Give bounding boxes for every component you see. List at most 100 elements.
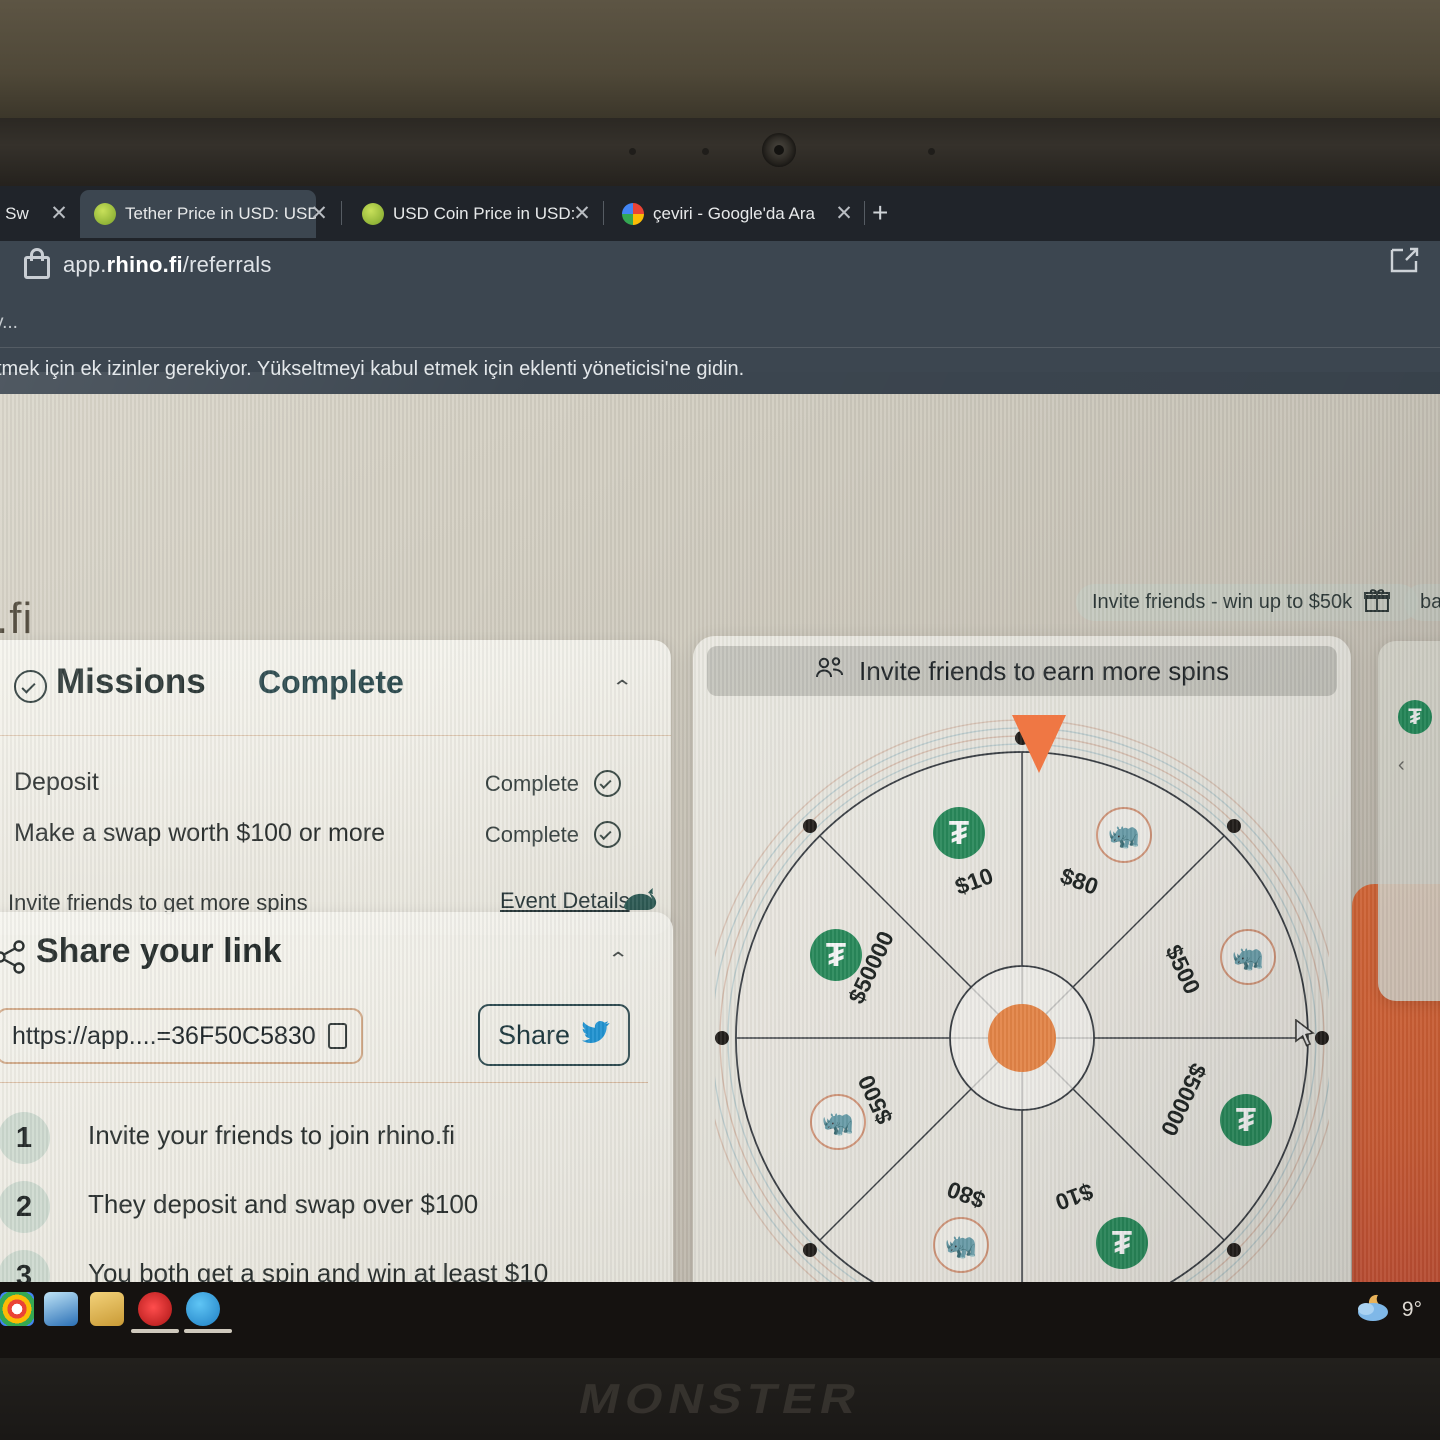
tab-close-2[interactable]: ✕ <box>571 203 593 224</box>
file-explorer-icon[interactable] <box>90 1292 124 1326</box>
laptop-photo: | Sw ✕ Tether Price in USD: USDT ✕ USD C… <box>0 0 1440 1440</box>
share-card: Share your link ⌃ https://app....=36F50C… <box>0 912 673 1282</box>
tether-icon: ₮ <box>1096 1217 1148 1269</box>
rhino-icon: 🦏 <box>933 1217 989 1273</box>
tether-icon: ₮ <box>1220 1094 1272 1146</box>
tab-3[interactable]: çeviri - Google'da Ara <box>612 190 847 238</box>
balance-pill-label: ba <box>1420 591 1440 613</box>
extension-notice-text: tmek için ek izinler gerekiyor. Yükseltm… <box>0 358 745 380</box>
tab-separator <box>864 201 865 225</box>
step-text: They deposit and swap over $100 <box>88 1189 479 1219</box>
share-header[interactable]: Share your link ⌃ <box>0 912 673 1004</box>
webcam-icon <box>762 133 796 167</box>
invite-friends-banner[interactable]: Invite friends to earn more spins <box>707 646 1337 696</box>
referral-link-value: https://app....=36F50C5830 <box>12 1021 316 1050</box>
edit-page-icon[interactable] <box>1388 246 1420 276</box>
device-brand: MONSTER <box>0 1358 1440 1440</box>
bookmark-bar: y... <box>0 305 1440 347</box>
share-nodes-icon <box>0 940 27 974</box>
tab-close-1[interactable]: ✕ <box>308 203 330 224</box>
promo-pill[interactable]: Invite friends - win up to $50k <box>1076 584 1418 621</box>
tab-title: Tether Price in USD: USDT <box>125 204 316 223</box>
promo-pill-label: Invite friends - win up to $50k <box>1092 591 1353 613</box>
mission-label: Make a swap worth $100 or more <box>14 819 386 847</box>
rhino-icon: 🦏 <box>1220 929 1276 985</box>
rhino-icon: 🦏 <box>810 1094 866 1150</box>
share-button[interactable]: Share <box>478 1004 630 1066</box>
weather-widget[interactable]: 9° <box>1354 1292 1422 1328</box>
mail-icon[interactable] <box>44 1292 78 1326</box>
step-item: 1 Invite your friends to join rhino.fi <box>0 1112 638 1172</box>
tab-1[interactable]: Tether Price in USD: USDT <box>80 190 316 238</box>
check-circle-icon <box>594 770 621 797</box>
tab-strip: | Sw ✕ Tether Price in USD: USDT ✕ USD C… <box>0 186 1440 241</box>
tab-close-3[interactable]: ✕ <box>833 203 855 224</box>
bezel-sensor-dot <box>629 148 636 155</box>
missions-divider <box>0 735 671 736</box>
check-circle-icon <box>594 821 621 848</box>
step-item: 3 You both get a spin and win at least $… <box>0 1250 638 1282</box>
mission-status: Complete <box>484 822 579 847</box>
event-details-link[interactable]: Event Details <box>500 888 630 914</box>
laptop-bezel <box>0 118 1440 196</box>
tab-title: | Sw <box>0 204 29 223</box>
tab-favicon-google <box>622 203 644 225</box>
bezel-sensor-dot <box>928 148 935 155</box>
step-item: 2 They deposit and swap over $100 <box>0 1181 638 1241</box>
balance-pill[interactable]: ba <box>1404 584 1440 621</box>
tab-separator <box>603 201 604 225</box>
web-page: .fi Invite friends - win up to $50k ba ₮… <box>0 394 1440 1282</box>
step-text: Invite your friends to join rhino.fi <box>88 1120 456 1150</box>
taskbar-active-indicator <box>184 1329 232 1333</box>
missions-title: Missions <box>56 662 206 701</box>
prize-wheel[interactable]: ₮ 🦏 🦏 ₮ ₮ 🦏 🦏 ₮ $10 $80 $500 $50000 $10 … <box>715 711 1329 1282</box>
weather-temperature: 9° <box>1401 1298 1422 1321</box>
chevron-left-icon[interactable]: ‹ <box>1398 754 1405 777</box>
wheel-pointer-icon <box>1012 715 1066 773</box>
tab-title: USD Coin Price in USD: US <box>393 204 580 223</box>
share-title: Share your link <box>36 932 282 970</box>
bookmark-item[interactable]: y... <box>0 312 18 334</box>
address-bar[interactable]: app.rhino.fi/referrals <box>63 252 272 278</box>
wheel-svg <box>715 719 1329 1282</box>
rhino-icon: 🦏 <box>1096 807 1152 863</box>
url-domain: rhino.fi <box>106 252 183 277</box>
twitter-bird-icon <box>582 1020 610 1051</box>
step-text: You both get a spin and win at least $10 <box>88 1258 549 1282</box>
chrome-icon[interactable] <box>0 1292 34 1326</box>
tether-icon: ₮ <box>933 807 985 859</box>
tab-title: çeviri - Google'da Ara <box>653 204 815 223</box>
opera-icon[interactable] <box>138 1292 172 1326</box>
mission-label: Deposit <box>14 768 99 796</box>
extension-notice-bar: tmek için ek izinler gerekiyor. Yükseltm… <box>0 348 1440 394</box>
cloudy-night-icon <box>1354 1292 1394 1328</box>
missions-header[interactable]: Missions Complete ⌃ <box>0 640 671 732</box>
browser-window: | Sw ✕ Tether Price in USD: USDT ✕ USD C… <box>0 186 1440 1282</box>
taskbar-active-indicator <box>131 1329 179 1333</box>
gift-icon <box>1364 587 1391 619</box>
share-divider <box>0 1082 648 1083</box>
tab-2[interactable]: USD Coin Price in USD: US <box>352 190 580 238</box>
copy-icon[interactable] <box>327 1023 347 1049</box>
tab-favicon <box>94 203 116 225</box>
invite-friends-banner-label: Invite friends to earn more spins <box>859 655 1229 686</box>
step-number: 2 <box>0 1181 50 1233</box>
step-number: 1 <box>0 1112 50 1164</box>
chevron-up-icon[interactable]: ⌃ <box>611 676 633 699</box>
referral-link-field[interactable]: https://app....=36F50C5830 <box>0 1008 363 1064</box>
side-token-card <box>1378 641 1440 1001</box>
lock-icon <box>24 248 50 279</box>
step-number: 3 <box>0 1250 50 1282</box>
tab-favicon <box>362 203 384 225</box>
telegram-icon[interactable] <box>186 1292 220 1326</box>
chevron-up-icon[interactable]: ⌃ <box>607 948 629 971</box>
tab-separator <box>341 201 342 225</box>
check-circle-icon <box>14 670 47 703</box>
site-logo[interactable]: .fi <box>0 594 33 644</box>
people-icon <box>815 656 845 687</box>
tab-close-0[interactable]: ✕ <box>48 203 70 224</box>
mission-row: Make a swap worth $100 or more Complete <box>0 813 671 865</box>
mission-row: Deposit Complete <box>0 762 671 814</box>
new-tab-button[interactable]: + <box>872 199 888 227</box>
taskbar <box>0 1282 1440 1358</box>
